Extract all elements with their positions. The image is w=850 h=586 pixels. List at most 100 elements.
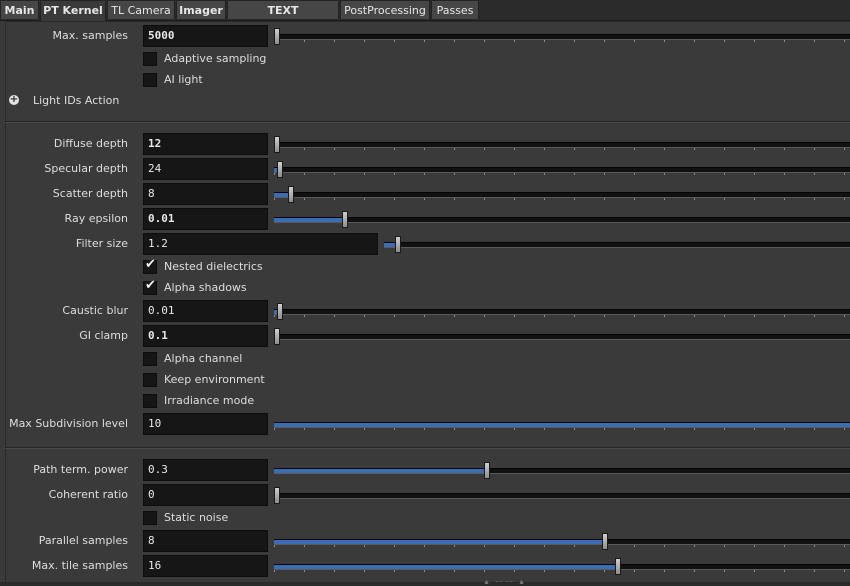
ray-epsilon-field[interactable]: 0.01 <box>143 208 268 230</box>
ray-epsilon-label: Ray epsilon <box>64 212 128 225</box>
filter-size-field[interactable]: 1.2 <box>143 233 378 255</box>
slider-tick <box>694 198 695 200</box>
slider-tick <box>514 173 515 175</box>
path-term-power-slider[interactable] <box>274 459 850 481</box>
coherent-ratio-slider[interactable] <box>274 484 850 506</box>
param-ai-light: AI light <box>0 70 850 92</box>
slider-tick <box>334 198 335 200</box>
param-max-tile-samples: Max. tile samples 16 <box>0 555 850 577</box>
diffuse-depth-slider[interactable] <box>274 133 850 155</box>
tab-main[interactable]: Main <box>0 0 39 19</box>
max-tile-samples-field[interactable]: 16 <box>143 555 268 577</box>
slider-handle[interactable] <box>277 303 283 320</box>
slider-tick <box>754 198 755 200</box>
max-samples-slider[interactable] <box>274 25 850 47</box>
tab-text-environment[interactable]: TEXT Environment <box>227 0 339 36</box>
max-subdivision-level-slider[interactable] <box>274 413 850 435</box>
slider-handle[interactable] <box>342 211 348 228</box>
slider-track[interactable] <box>274 217 850 223</box>
gi-clamp-slider[interactable] <box>274 325 850 347</box>
path-term-power-field[interactable]: 0.3 <box>143 459 268 481</box>
slider-handle[interactable] <box>277 161 283 178</box>
slider-fill <box>274 218 345 222</box>
slider-handle[interactable] <box>274 28 280 45</box>
slider-tick <box>424 315 425 317</box>
slider-tick <box>694 173 695 175</box>
slider-tick <box>274 428 275 430</box>
slider-tick <box>724 428 725 430</box>
slider-handle[interactable] <box>274 136 280 153</box>
slider-tick <box>784 545 785 547</box>
max-subdivision-level-field[interactable]: 10 <box>143 413 268 435</box>
scatter-depth-field[interactable]: 8 <box>143 183 268 205</box>
alpha-channel-checkbox[interactable] <box>143 352 157 366</box>
slider-tick <box>364 545 365 547</box>
tab-tl-camera[interactable]: TL Camera <box>107 0 175 19</box>
gi-clamp-field[interactable]: 0.1 <box>143 325 268 347</box>
adaptive-sampling-checkbox[interactable] <box>143 52 157 66</box>
nested-dielectrics-checkbox[interactable]: ✔ <box>143 257 157 274</box>
slider-tick <box>334 428 335 430</box>
slider-handle[interactable] <box>484 462 490 479</box>
slider-tick <box>814 545 815 547</box>
slider-tick <box>634 545 635 547</box>
slider-handle[interactable] <box>274 328 280 345</box>
keep-environment-checkbox[interactable] <box>143 373 157 387</box>
slider-tick <box>664 570 665 572</box>
ai-light-checkbox[interactable] <box>143 73 157 87</box>
slider-tick <box>814 570 815 572</box>
plus-circle-icon[interactable]: + <box>9 95 19 105</box>
slider-handle[interactable] <box>602 533 608 550</box>
slider-tick <box>814 40 815 42</box>
slider-tick <box>604 570 605 572</box>
diffuse-depth-field[interactable]: 12 <box>143 133 268 155</box>
slider-track[interactable] <box>274 468 850 474</box>
parallel-samples-field[interactable]: 8 <box>143 530 268 552</box>
slider-tick <box>844 148 845 150</box>
slider-tick <box>754 545 755 547</box>
scatter-depth-slider[interactable] <box>274 183 850 205</box>
slider-handle[interactable] <box>288 186 294 203</box>
slider-fill <box>274 423 850 427</box>
slider-track[interactable] <box>274 334 850 340</box>
max-tile-samples-slider[interactable] <box>274 555 850 577</box>
tab-pt-kernel[interactable]: PT Kernel <box>40 0 106 21</box>
specular-depth-slider[interactable] <box>274 158 850 180</box>
tab-passes[interactable]: Passes <box>431 0 479 19</box>
slider-handle[interactable] <box>615 558 621 575</box>
specular-depth-field[interactable]: 24 <box>143 158 268 180</box>
light-ids-action-label[interactable]: Light IDs Action <box>33 91 119 111</box>
alpha-shadows-label: Alpha shadows <box>164 281 247 294</box>
slider-track[interactable] <box>384 242 850 248</box>
max-samples-field[interactable]: 5000 <box>143 25 268 47</box>
slider-tick <box>514 570 515 572</box>
tab-imager[interactable]: Imager <box>176 0 226 19</box>
tab-postprocessing[interactable]: PostProcessing <box>340 0 430 19</box>
ray-epsilon-slider[interactable] <box>274 208 850 230</box>
filter-size-slider[interactable] <box>384 233 850 255</box>
slider-tick <box>454 173 455 175</box>
static-noise-checkbox[interactable] <box>143 511 157 525</box>
alpha-shadows-checkbox[interactable]: ✔ <box>143 278 157 295</box>
slider-tick <box>694 148 695 150</box>
caustic-blur-field[interactable]: 0.01 <box>143 300 268 322</box>
coherent-ratio-field[interactable]: 0 <box>143 484 268 506</box>
slider-tick <box>754 315 755 317</box>
slider-fill <box>274 469 487 473</box>
slider-handle[interactable] <box>395 236 401 253</box>
slider-tick <box>454 428 455 430</box>
irradiance-mode-checkbox[interactable] <box>143 394 157 408</box>
slider-tick <box>724 198 725 200</box>
slider-tick <box>694 545 695 547</box>
slider-tick <box>544 148 545 150</box>
caustic-blur-slider[interactable] <box>274 300 850 322</box>
param-max-subdivision-level: Max Subdivision level 10 <box>0 413 850 435</box>
resize-grip-icon[interactable]: ▴ ⋯⋯ ▴ <box>470 578 540 586</box>
slider-tick <box>454 148 455 150</box>
slider-handle[interactable] <box>274 487 280 504</box>
slider-track[interactable] <box>274 493 850 499</box>
slider-tick <box>814 198 815 200</box>
checkmark-icon: ✔ <box>145 257 156 272</box>
parallel-samples-slider[interactable] <box>274 530 850 552</box>
slider-tick <box>364 315 365 317</box>
